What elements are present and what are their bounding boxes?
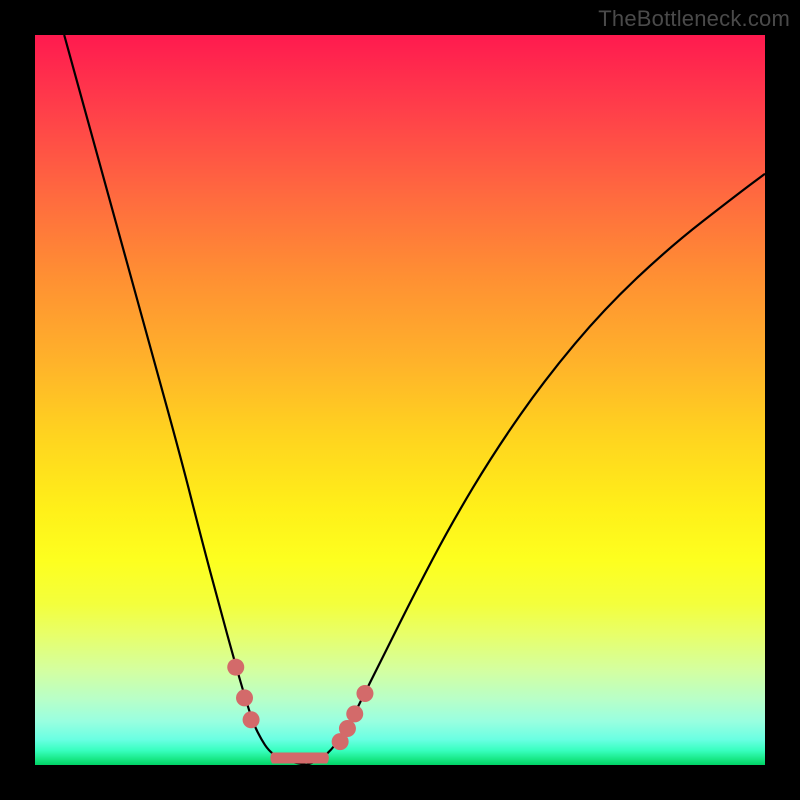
marker-dot: [346, 705, 363, 722]
marker-dot: [339, 720, 356, 737]
chart-frame: TheBottleneck.com: [0, 0, 800, 800]
marker-dots: [227, 659, 373, 750]
plot-area: [35, 35, 765, 765]
left-curve: [64, 35, 306, 765]
marker-dot: [236, 689, 253, 706]
marker-dot: [356, 685, 373, 702]
right-curve: [307, 174, 765, 765]
curve-layer: [35, 35, 765, 765]
watermark-text: TheBottleneck.com: [598, 6, 790, 32]
marker-dot: [243, 711, 260, 728]
marker-dot: [227, 659, 244, 676]
marker-pill: [270, 753, 329, 764]
